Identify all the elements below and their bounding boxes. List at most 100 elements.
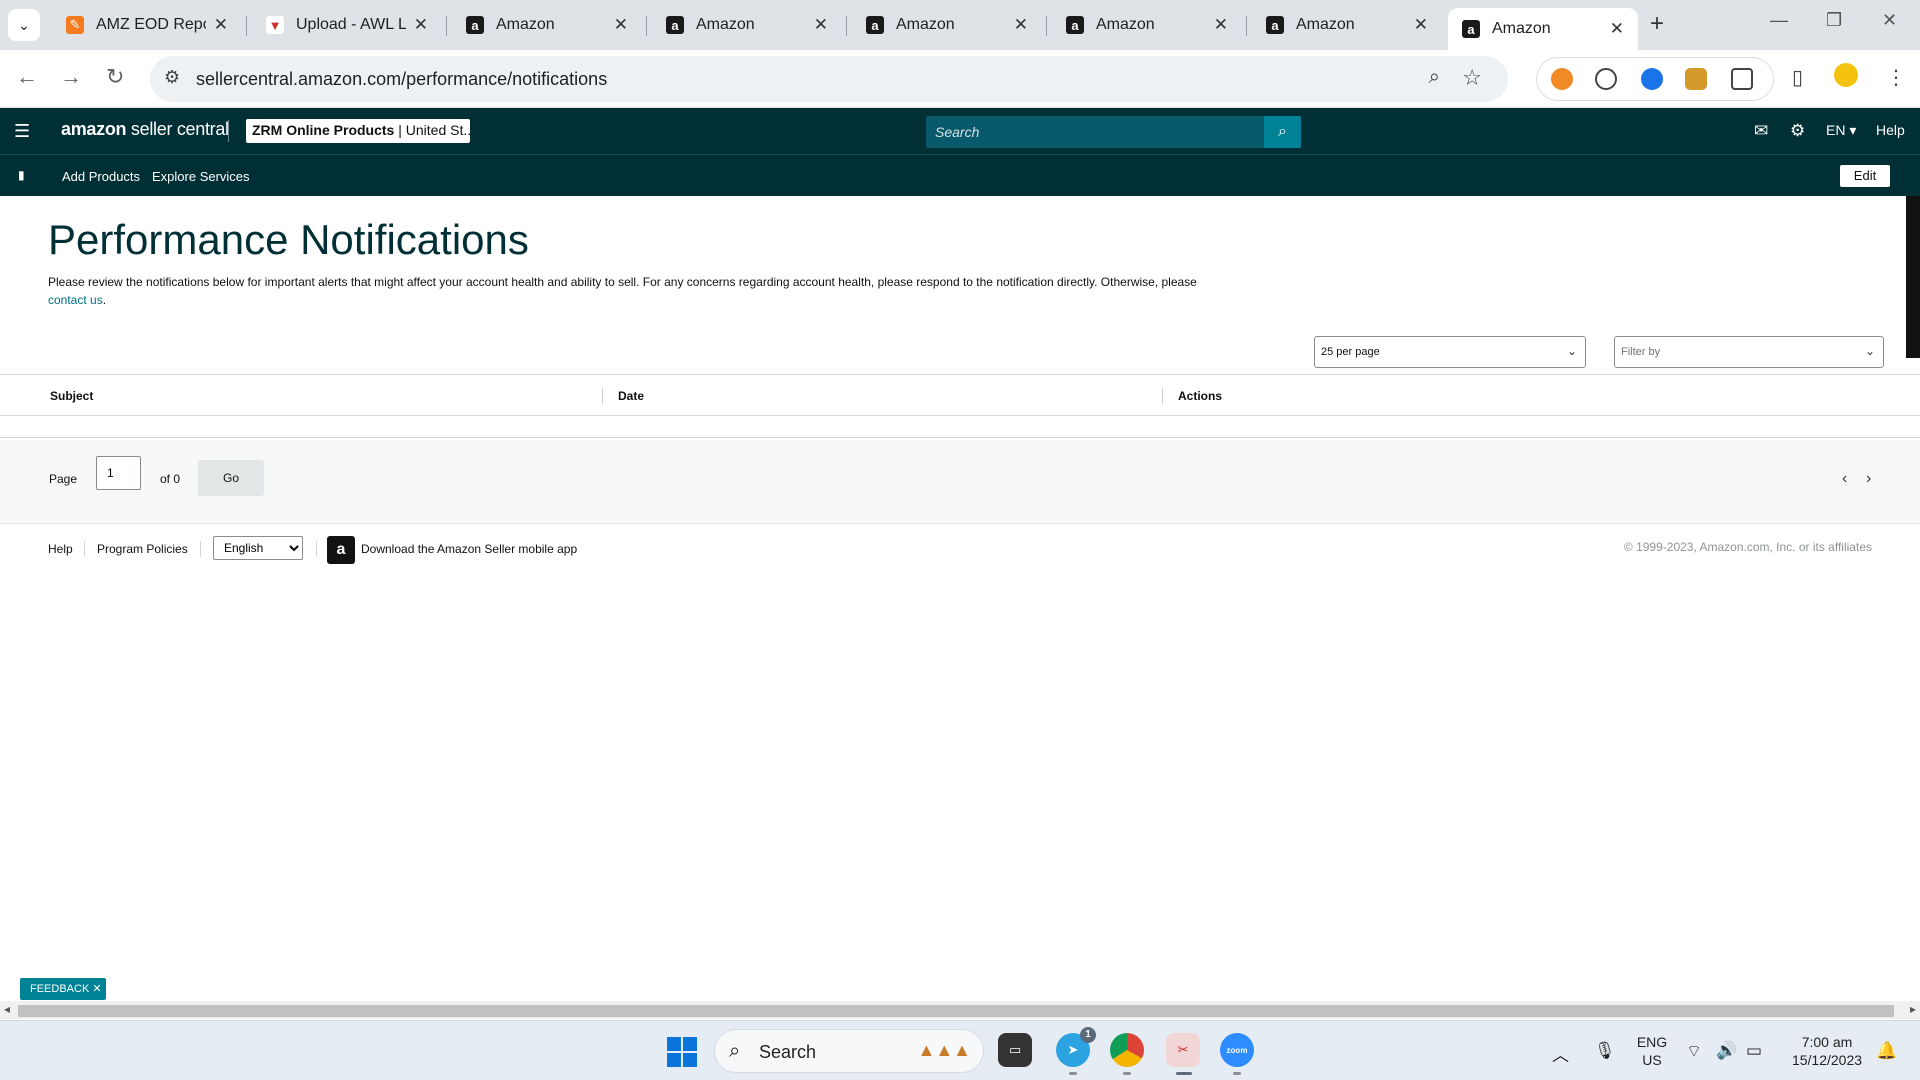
column-date[interactable]: Date [618, 389, 644, 403]
browser-tab[interactable]: ▼ Upload - AWL LA ✕ [252, 8, 442, 42]
clock[interactable]: 7:00 am 15/12/2023 [1782, 1033, 1872, 1069]
extension-icon[interactable] [1641, 68, 1663, 90]
footer-program-policies-link[interactable]: Program Policies [97, 542, 188, 556]
search-button[interactable]: ⌕ [1264, 116, 1301, 148]
amazon-favicon-icon: a [1462, 20, 1480, 38]
go-button[interactable]: Go [198, 460, 264, 496]
profile-avatar-icon[interactable] [1834, 63, 1858, 87]
bookmark-star-icon[interactable]: ☆ [1462, 65, 1482, 91]
close-tab-icon[interactable]: ✕ [214, 15, 228, 35]
browser-tab[interactable]: a Amazon ✕ [1052, 8, 1242, 42]
extensions-bar [1536, 57, 1774, 101]
close-tab-icon[interactable]: ✕ [1214, 15, 1228, 35]
chrome-icon[interactable] [1110, 1033, 1144, 1067]
file-explorer-icon[interactable]: ▭ [998, 1033, 1032, 1067]
zoom-icon[interactable]: ⌕ [1429, 66, 1440, 89]
show-hidden-icons-icon[interactable]: ︿ [1552, 1041, 1569, 1066]
extension-icon[interactable] [1685, 68, 1707, 90]
scroll-left-icon[interactable]: ◂ [4, 1002, 10, 1016]
browser-tab[interactable]: a Amazon ✕ [852, 8, 1042, 42]
snipping-tool-icon[interactable]: ✂ [1166, 1033, 1200, 1067]
volume-icon[interactable]: 🔊 [1716, 1041, 1737, 1061]
amz-eod-favicon-icon: ✎ [66, 16, 84, 34]
horizontal-scrollbar[interactable]: ◂ ▸ [0, 1001, 1920, 1019]
input-language[interactable]: ENG US [1634, 1033, 1670, 1069]
seller-central-logo[interactable]: amazon seller central [61, 119, 229, 140]
previous-page-icon[interactable]: ‹ [1842, 470, 1847, 488]
new-tab-icon[interactable]: + [1650, 10, 1664, 38]
mail-icon[interactable]: ✉ [1754, 121, 1768, 141]
back-icon[interactable]: ← [16, 64, 38, 90]
close-tab-icon[interactable]: ✕ [1414, 15, 1428, 35]
language-selector[interactable]: EN ▾ [1826, 122, 1856, 139]
column-divider [1162, 388, 1163, 404]
contact-us-link[interactable]: contact us [48, 293, 103, 307]
chevron-down-icon: ⌄ [1566, 344, 1577, 358]
extension-icon[interactable] [1595, 68, 1617, 90]
browser-tab[interactable]: ✎ AMZ EOD Repor ✕ [52, 8, 242, 42]
bookmarks-nav: ▮ Add Products Explore Services Edit [0, 154, 1920, 196]
browser-tab[interactable]: a Amazon ✕ [652, 8, 842, 42]
amazon-app-icon[interactable]: a [327, 536, 355, 564]
amazon-favicon-icon: a [1266, 16, 1284, 34]
close-tab-icon[interactable]: ✕ [814, 15, 828, 35]
restore-icon[interactable]: ❐ [1826, 10, 1842, 31]
notifications-bell-icon[interactable]: 🔔 [1876, 1041, 1897, 1061]
forward-icon[interactable]: → [60, 64, 82, 90]
site-info-icon[interactable]: ⚙ [164, 67, 180, 88]
minimize-icon[interactable]: — [1770, 10, 1788, 31]
browser-menu-icon[interactable]: ⋮ [1886, 65, 1906, 90]
address-bar[interactable]: ⚙ sellercentral.amazon.com/performance/n… [150, 56, 1508, 102]
search-input[interactable] [926, 116, 1264, 148]
chevron-down-icon: ⌄ [1864, 344, 1875, 358]
close-icon[interactable]: ✕ [92, 983, 101, 995]
footer-divider [200, 541, 201, 557]
nav-add-products[interactable]: Add Products [62, 169, 140, 184]
close-tab-icon[interactable]: ✕ [1610, 19, 1624, 39]
scroll-right-icon[interactable]: ▸ [1910, 1002, 1916, 1016]
settings-gear-icon[interactable]: ⚙ [1790, 121, 1805, 141]
wifi-icon[interactable]: ⌔ [1686, 1041, 1702, 1062]
side-widget[interactable] [1906, 196, 1920, 358]
download-app-link[interactable]: Download the Amazon Seller mobile app [361, 542, 577, 556]
windows-start-icon[interactable] [667, 1037, 697, 1067]
browser-tab-active[interactable]: a Amazon ✕ [1448, 8, 1638, 50]
column-subject[interactable]: Subject [50, 389, 93, 403]
tab-divider [446, 16, 447, 36]
bookmark-icon[interactable]: ▮ [18, 168, 25, 182]
extensions-puzzle-icon[interactable] [1731, 68, 1753, 90]
telegram-icon[interactable]: ➤ 1 [1056, 1027, 1096, 1067]
footer-divider [84, 541, 85, 557]
close-tab-icon[interactable]: ✕ [1014, 15, 1028, 35]
window-close-icon[interactable]: ✕ [1882, 10, 1897, 31]
microphone-icon[interactable]: 🎙 [1594, 1041, 1616, 1061]
zoom-app-icon[interactable]: zoom [1220, 1033, 1254, 1067]
extension-icon[interactable] [1551, 68, 1573, 90]
browser-tab[interactable]: a Amazon ✕ [452, 8, 642, 42]
battery-icon[interactable]: ▭ [1746, 1041, 1762, 1061]
page-number-input[interactable] [96, 456, 141, 490]
hamburger-menu-icon[interactable]: ☰ [14, 121, 30, 142]
taskbar-search[interactable]: ⌕ Search ▲▲▲ [714, 1029, 984, 1073]
filter-dropdown[interactable]: Filter by ⌄ [1614, 336, 1884, 368]
close-tab-icon[interactable]: ✕ [614, 15, 628, 35]
side-panel-icon[interactable]: ▯ [1792, 65, 1803, 90]
scrollbar-thumb[interactable] [18, 1005, 1894, 1017]
close-tab-icon[interactable]: ✕ [414, 15, 428, 35]
tab-search-dropdown-icon[interactable]: ⌄ [8, 9, 40, 41]
next-page-icon[interactable]: › [1866, 470, 1871, 488]
edit-button[interactable]: Edit [1840, 165, 1890, 187]
store-selector[interactable]: ZRM Online Products | United St... [246, 119, 470, 143]
help-link[interactable]: Help [1876, 122, 1905, 138]
search-icon: ⌕ [729, 1040, 741, 1062]
notifications-table: Subject Date Actions [0, 374, 1920, 438]
nav-explore-services[interactable]: Explore Services [152, 169, 250, 184]
browser-tab[interactable]: a Amazon ✕ [1252, 8, 1442, 42]
footer-language-select[interactable]: English [213, 536, 303, 560]
footer-help-link[interactable]: Help [48, 542, 73, 556]
reload-icon[interactable]: ↻ [106, 64, 124, 90]
feedback-button[interactable]: FEEDBACK ✕ [20, 978, 106, 1000]
url-text[interactable]: sellercentral.amazon.com/performance/not… [196, 69, 607, 90]
per-page-dropdown[interactable]: 25 per page ⌄ [1314, 336, 1586, 368]
search-icon: ⌕ [1278, 123, 1287, 140]
